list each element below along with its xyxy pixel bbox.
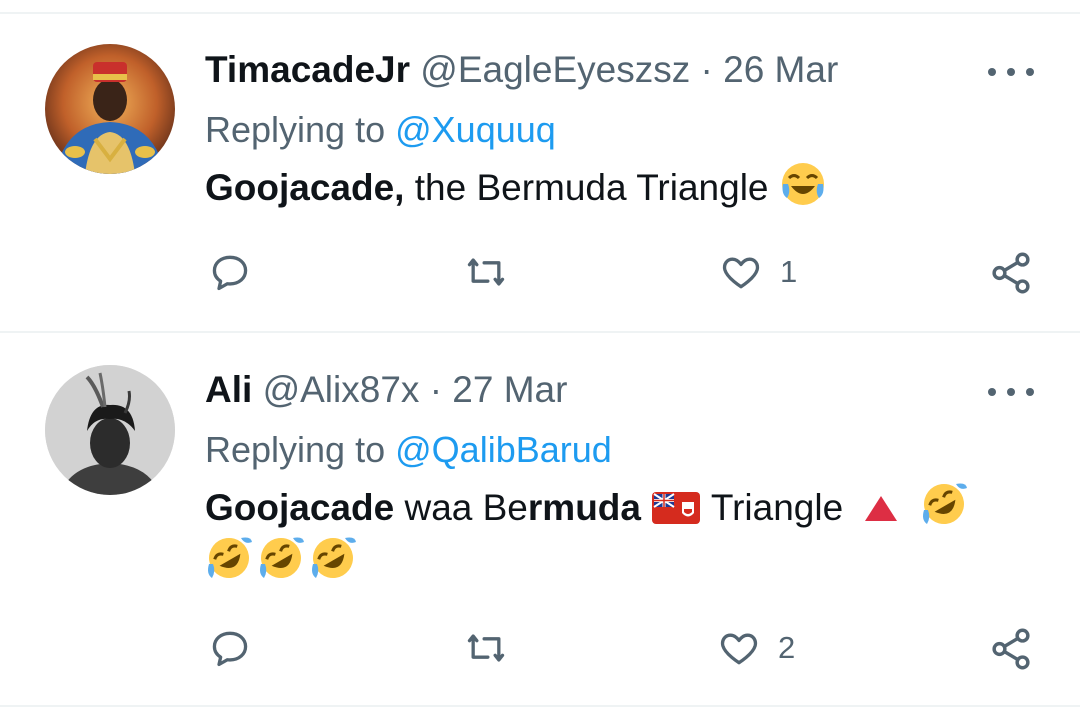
reply-icon	[212, 631, 248, 667]
tweet-header: TimacadeJr @EagleEyeszsz · 26 Mar	[205, 48, 838, 92]
replying-prefix: Replying to	[205, 429, 386, 470]
user-handle[interactable]: @EagleEyeszsz	[420, 49, 690, 90]
top-divider	[0, 12, 1080, 14]
avatar[interactable]	[45, 44, 175, 174]
share-button[interactable]	[988, 626, 1034, 672]
separator: ·	[700, 49, 713, 90]
mention-link[interactable]: @Xuquuq	[395, 109, 556, 150]
rolling-on-floor-laughing-icon	[920, 480, 968, 544]
retweet-button[interactable]	[462, 626, 526, 670]
like-icon	[722, 257, 760, 289]
tweet-text-line-2	[205, 534, 357, 598]
tweet-body: waa Be	[394, 487, 528, 528]
like-count: 1	[780, 254, 798, 289]
tweet-text: Goojacade, the Bermuda Triangle	[205, 160, 827, 224]
like-count: 2	[778, 630, 796, 665]
retweet-button[interactable]	[462, 250, 526, 294]
mention-link[interactable]: @QalibBarud	[395, 429, 612, 470]
retweet-icon	[467, 634, 505, 662]
replying-to: Replying to @QalibBarud	[205, 428, 612, 472]
more-icon[interactable]	[988, 62, 1034, 82]
share-icon	[992, 628, 1030, 670]
rolling-on-floor-laughing-icon	[257, 534, 305, 598]
share-icon	[992, 252, 1030, 294]
bold-text: Goojacade	[205, 487, 395, 528]
display-name[interactable]: TimacadeJr	[205, 49, 410, 90]
reply-button[interactable]	[208, 250, 252, 294]
tweet-body-2: Triangle	[710, 487, 844, 528]
share-button[interactable]	[988, 250, 1034, 296]
like-button[interactable]: 2	[716, 626, 795, 670]
face-with-tears-of-joy-icon	[779, 160, 827, 224]
separator: ·	[429, 369, 443, 410]
avatar[interactable]	[45, 365, 175, 495]
rolling-on-floor-laughing-icon	[309, 534, 357, 598]
replying-prefix: Replying to	[205, 109, 386, 150]
tweet-header: Ali @Alix87x · 27 Mar	[205, 368, 567, 412]
like-icon	[720, 633, 758, 665]
timestamp[interactable]: 27 Mar	[452, 369, 567, 410]
red-triangle-icon	[861, 488, 901, 544]
tweet-actions: 1	[0, 250, 1080, 300]
retweet-icon	[467, 258, 505, 286]
reply-button[interactable]	[208, 626, 252, 670]
tweet-divider	[0, 331, 1080, 333]
rolling-on-floor-laughing-icon	[205, 534, 253, 598]
bold-text: Goojacade,	[205, 167, 405, 208]
more-icon[interactable]	[988, 382, 1034, 402]
tweet-actions: 2	[0, 626, 1080, 676]
bottom-divider	[0, 705, 1080, 707]
timestamp[interactable]: 26 Mar	[723, 49, 838, 90]
bermuda-flag-icon	[651, 488, 701, 544]
display-name[interactable]: Ali	[205, 369, 252, 410]
bold-text-2: rmuda	[527, 487, 641, 528]
user-handle[interactable]: @Alix87x	[263, 369, 420, 410]
tweet-body: the Bermuda Triangle	[404, 167, 769, 208]
like-button[interactable]: 1	[718, 250, 797, 294]
replying-to: Replying to @Xuquuq	[205, 108, 556, 152]
reply-icon	[212, 255, 248, 291]
